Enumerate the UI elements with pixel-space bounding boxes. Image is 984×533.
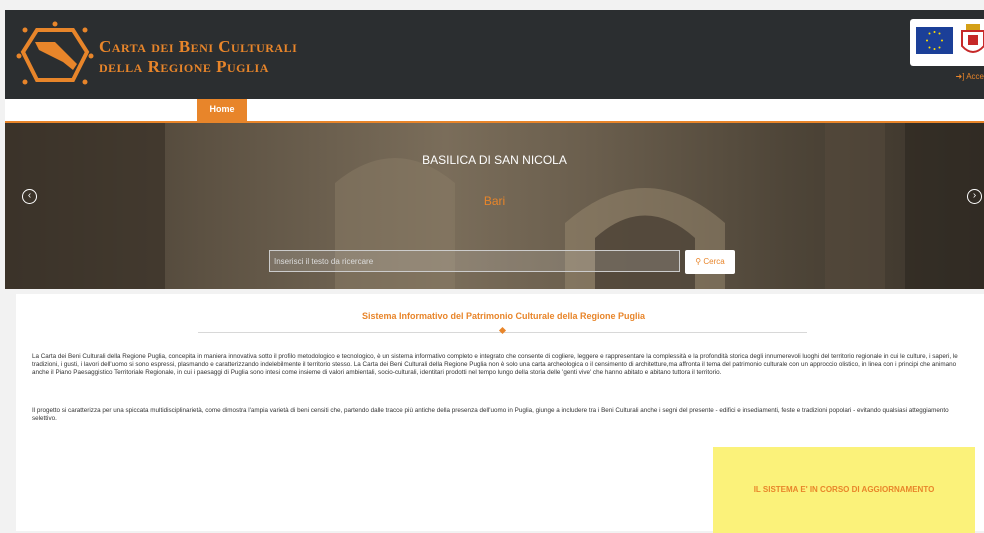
main-nav: Home — [5, 99, 984, 123]
search-button[interactable]: ⚲ Cerca — [685, 250, 735, 274]
access-link[interactable]: ➜] Acce — [955, 72, 984, 81]
chevron-right-icon: › — [972, 190, 977, 201]
carousel-next-button[interactable]: › — [967, 189, 982, 204]
puglia-logo[interactable] — [15, 20, 95, 90]
intro-paragraph-1: La Carta dei Beni Culturali della Region… — [32, 353, 958, 377]
hero-carousel: BASILICA DI SAN NICOLA Bari ‹ › Inserisc… — [5, 123, 984, 289]
update-notice: IL SISTEMA E' IN CORSO DI AGGIORNAMENTO — [713, 447, 975, 533]
intro-paragraph-2: Il progetto si caratterizza per una spic… — [32, 407, 949, 423]
nav-home-tab[interactable]: Home — [197, 99, 247, 121]
hero-title[interactable]: BASILICA DI SAN NICOLA — [5, 153, 984, 167]
brand-title[interactable]: Carta dei Beni Culturali della Regione P… — [99, 37, 297, 77]
login-icon: ➜] — [955, 72, 965, 81]
search-icon: ⚲ — [695, 257, 702, 266]
brand-line-1: Carta dei Beni Culturali — [99, 37, 298, 56]
chevron-left-icon: ‹ — [27, 190, 32, 201]
section-title: Sistema Informativo del Patrimonio Cultu… — [361, 311, 646, 321]
site-header: Carta dei Beni Culturali della Regione P… — [5, 10, 984, 99]
brand-line-2: della Regione Puglia — [99, 57, 269, 76]
hero-subtitle: Bari — [483, 194, 506, 208]
access-label: Acce — [966, 72, 984, 81]
intro-section: Sistema Informativo del Patrimonio Cultu… — [16, 294, 984, 533]
search-button-label: Cerca — [703, 257, 725, 266]
regione-puglia-emblem-icon — [961, 24, 984, 53]
carousel-prev-button[interactable]: ‹ — [22, 189, 37, 204]
partner-logos — [910, 19, 984, 66]
search-input[interactable]: Inserisci il testo da ricercare — [269, 250, 680, 272]
eu-flag-icon — [916, 27, 953, 54]
